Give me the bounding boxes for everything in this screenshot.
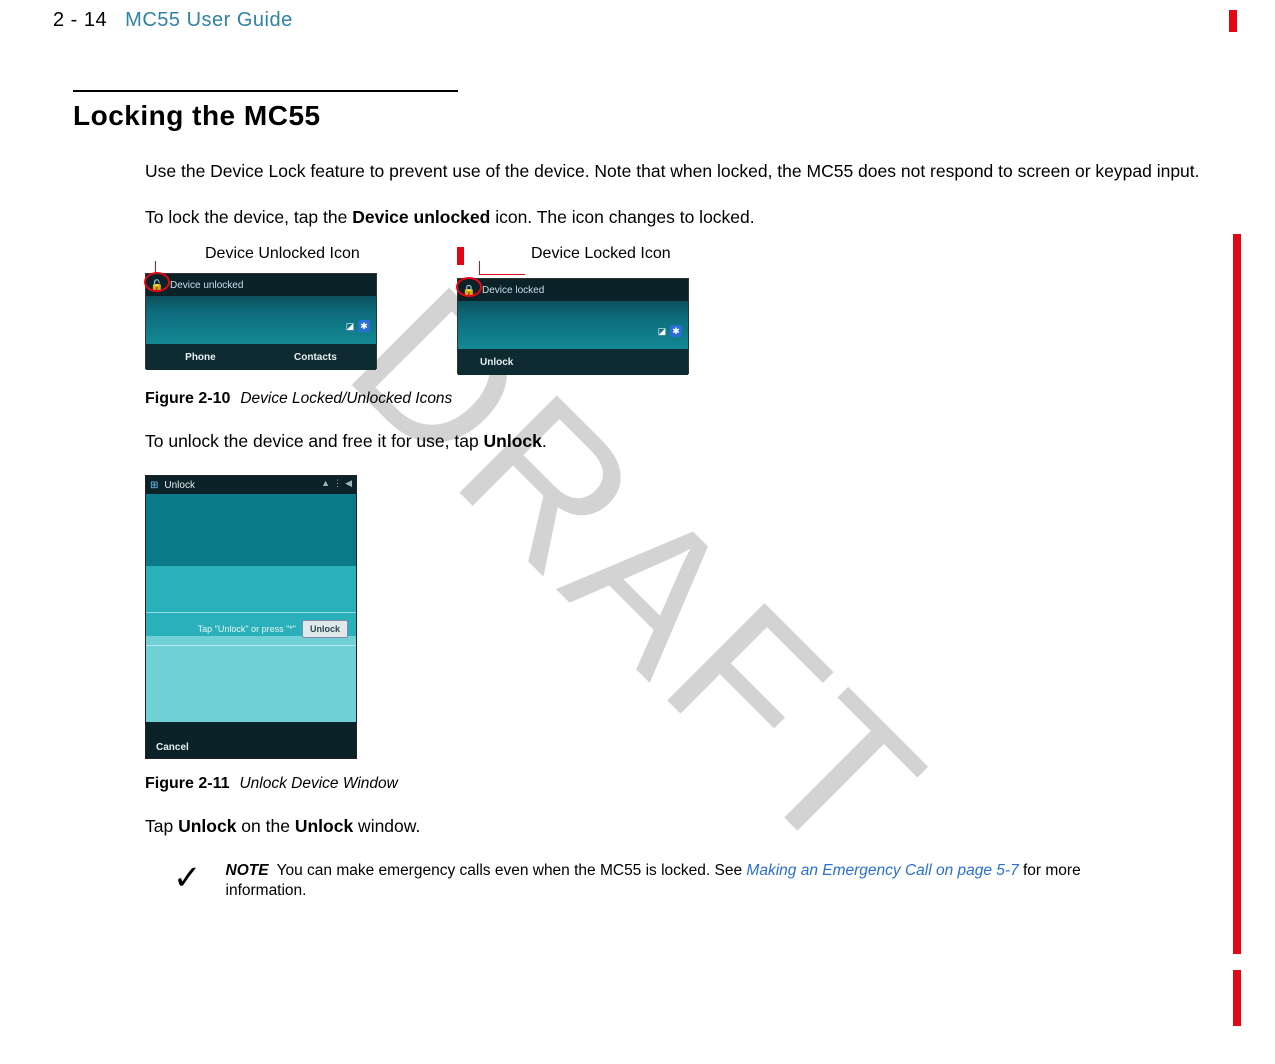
screenshot-label: Device locked xyxy=(482,285,544,296)
status-icons: ◪ ✱ xyxy=(656,325,682,337)
connection-icon: ◪ xyxy=(656,325,668,337)
softkey-right: Contacts xyxy=(294,352,337,363)
note-block: ✓ NOTEYou can make emergency calls even … xyxy=(173,861,1222,903)
screenshot-unlock-window: ⊞ Unlock ▲ ⋮ ◀ Tap "Unlock" or press "*"… xyxy=(145,475,357,759)
figure-locked: Device Locked Icon 🔒 Device locked ◪ ✱ U… xyxy=(457,273,689,374)
paragraph: Tap Unlock on the Unlock window. xyxy=(145,815,1222,839)
change-bar-icon xyxy=(457,247,464,265)
softkey-left: Phone xyxy=(185,352,216,363)
page-header: 2 - 14 MC55 User Guide xyxy=(0,0,1275,40)
status-icons: ▲ ⋮ ◀ xyxy=(321,478,352,489)
signal-icon: ▲ xyxy=(321,478,330,489)
callout-label: Device Locked Icon xyxy=(531,245,671,263)
cross-reference-link[interactable]: Making an Emergency Call on page 5-7 xyxy=(746,862,1018,879)
status-icons: ◪ ✱ xyxy=(344,320,370,332)
figure-row: Device Unlocked Icon 🔓 Device unlocked ◪… xyxy=(145,273,1222,374)
unlock-button: Unlock xyxy=(302,620,348,638)
callout-label: Device Unlocked Icon xyxy=(205,245,360,263)
callout-line-icon xyxy=(479,261,525,275)
windows-icon: ⊞ xyxy=(150,480,158,491)
figure-unlocked: Device Unlocked Icon 🔓 Device unlocked ◪… xyxy=(145,273,377,374)
sound-icon: ◀ xyxy=(345,478,352,489)
figure-caption: Figure 2-11Unlock Device Window xyxy=(145,775,1222,793)
screenshot-device-locked: 🔒 Device locked ◪ ✱ Unlock xyxy=(457,278,689,374)
doc-title: MC55 User Guide xyxy=(125,9,293,32)
screenshot-device-unlocked: 🔓 Device unlocked ◪ ✱ Phone Contacts xyxy=(145,273,377,369)
paragraph: To unlock the device and free it for use… xyxy=(145,430,1222,454)
page-number: 2 - 14 xyxy=(53,9,107,32)
note-text: NOTEYou can make emergency calls even wh… xyxy=(226,861,1106,903)
section-heading: Locking the MC55 xyxy=(73,100,458,132)
paragraph: Use the Device Lock feature to prevent u… xyxy=(145,160,1222,184)
section-heading-rule: Locking the MC55 xyxy=(73,90,458,132)
connection-icon: ◪ xyxy=(344,320,356,332)
wifi-icon: ⋮ xyxy=(333,478,342,489)
window-title: Unlock xyxy=(164,480,195,491)
bluetooth-icon: ✱ xyxy=(358,320,370,332)
screenshot-label: Device unlocked xyxy=(170,280,243,291)
bluetooth-icon: ✱ xyxy=(670,325,682,337)
paragraph: To lock the device, tap the Device unloc… xyxy=(145,206,1222,230)
checkmark-icon: ✓ xyxy=(173,861,202,895)
unlock-prompt: Tap "Unlock" or press "*" xyxy=(198,624,296,634)
figure-caption: Figure 2-10Device Locked/Unlocked Icons xyxy=(145,390,1222,408)
change-bar-icon xyxy=(1229,10,1237,32)
softkey-left: Unlock xyxy=(480,357,513,368)
change-bar-icon xyxy=(1233,970,1241,1026)
softkey-left: Cancel xyxy=(156,742,189,753)
